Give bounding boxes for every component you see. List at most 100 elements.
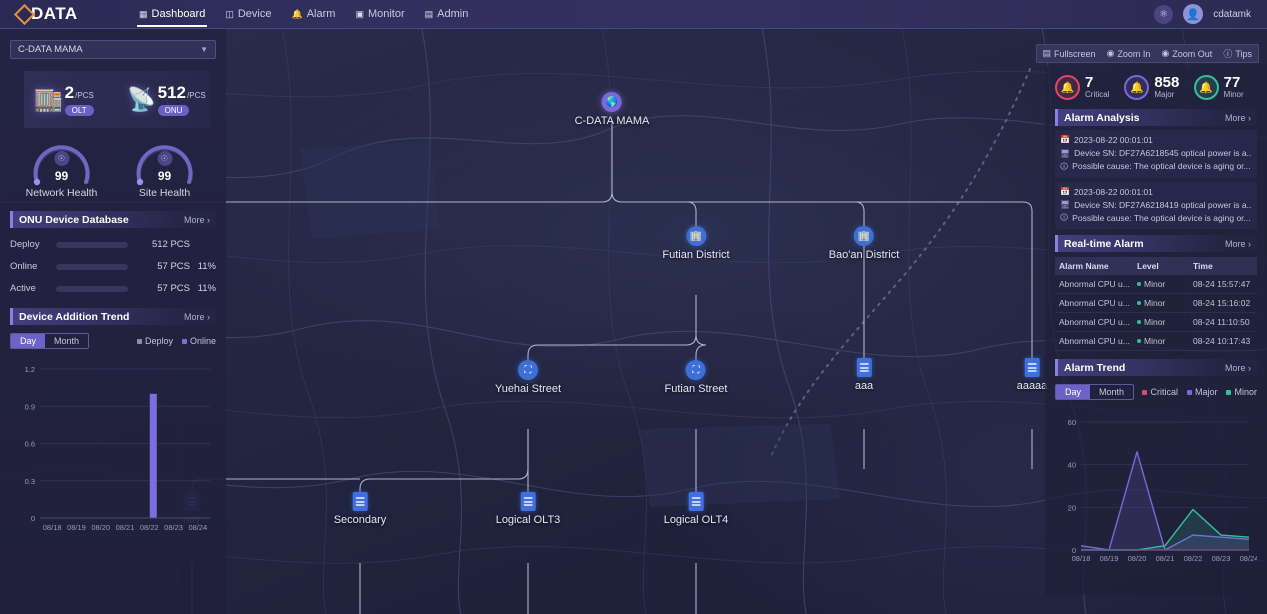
alarm-trend-more-link[interactable]: More ›: [1225, 363, 1251, 373]
topology-node-label: Secondary: [333, 514, 387, 526]
alarm-analysis-more-link[interactable]: More ›: [1225, 113, 1251, 123]
legend-swatch: [1226, 389, 1232, 395]
more-label: More: [183, 311, 205, 322]
realtime-alarm-more-link[interactable]: More ›: [1225, 239, 1251, 249]
status-badge: [1137, 320, 1141, 325]
addition-trend-title-bar: Device Addition Trend More ›: [10, 308, 216, 325]
main-nav: ▦ Dashboard ◫ Device 🔔 Alarm ▣ Monitor ▤…: [137, 0, 470, 29]
avatar[interactable]: 👤: [1183, 4, 1204, 24]
cell-level: Minor: [1133, 294, 1189, 312]
svg-text:1.2: 1.2: [25, 365, 35, 374]
svg-text:20: 20: [1068, 503, 1076, 512]
addition-trend-more-link[interactable]: More ›: [184, 312, 210, 322]
toolbar-label: Fullscreen: [1054, 48, 1096, 59]
realtime-alarm-table: Alarm Name Level Time Abnormal CPU u... …: [1055, 257, 1257, 352]
nav-item-admin[interactable]: ▤ Admin: [423, 0, 471, 29]
zoom-out-button[interactable]: ◉ Zoom Out: [1161, 48, 1212, 59]
gauge-site-health: ☉ 99 Site Health: [113, 138, 216, 199]
grid-icon: ▦: [139, 8, 148, 19]
tab-day[interactable]: Day: [1056, 385, 1091, 400]
alarm-analysis-item[interactable]: 📅 2023-08-22 00:01:01 🖥 Device SN: DF27A…: [1055, 130, 1257, 178]
svg-text:08/23: 08/23: [1212, 554, 1231, 563]
nav-label: Admin: [437, 8, 469, 20]
topology-node-root[interactable]: 🌎 C-DATA MAMA: [575, 92, 649, 127]
topology-node-aaa[interactable]: aaa: [855, 358, 873, 392]
olt-icon: [1024, 358, 1040, 377]
alarm-stat-minor[interactable]: 🔔 77 Minor: [1193, 74, 1257, 100]
alarm-analysis-item[interactable]: 📅 2023-08-22 00:01:01 🖥 Device SN: DF27A…: [1055, 181, 1257, 230]
organization-select[interactable]: C-DATA MAMA ▼: [10, 40, 216, 59]
dashboard-page: 🌎 C-DATA MAMA 🏢 Futian District 🏢 Bao'an…: [0, 0, 1267, 614]
topology-node-baoan-district[interactable]: 🏢 Bao'an District: [829, 226, 899, 261]
db-row-value: 512 PCS: [151, 239, 190, 250]
tab-day[interactable]: Day: [11, 334, 46, 348]
svg-text:08/23: 08/23: [164, 523, 183, 532]
svg-text:60: 60: [1068, 418, 1076, 427]
olt-summary: 🏬 2 /PCS OLT: [24, 83, 117, 116]
table-row[interactable]: Abnormal CPU u... Minor 08-24 11:10:50: [1055, 313, 1257, 333]
table-header-row: Alarm Name Level Time: [1055, 257, 1257, 276]
bell-icon: 🔔: [1124, 74, 1150, 100]
nav-item-alarm[interactable]: 🔔 Alarm: [289, 0, 337, 29]
nav-item-device[interactable]: ◫ Device: [223, 0, 273, 29]
calendar-icon: 📅: [1060, 186, 1070, 196]
table-row[interactable]: Abnormal CPU u... Minor 08-24 15:16:02: [1055, 294, 1257, 314]
svg-text:08/19: 08/19: [1100, 554, 1119, 563]
topology-node-secondary[interactable]: Secondary: [333, 492, 387, 526]
addition-trend-controls: Day Month Deploy Online: [10, 333, 216, 349]
status-badge: [1137, 301, 1141, 306]
gauge-value: 99: [54, 169, 69, 183]
more-label: More: [183, 214, 205, 225]
bell-icon: 🔔: [291, 8, 303, 19]
topology-node-aaaaa[interactable]: aaaaa: [1017, 358, 1047, 392]
cell-time: 08-24 10:17:43: [1193, 336, 1251, 347]
nav-item-dashboard[interactable]: ▦ Dashboard: [137, 0, 208, 29]
alarm-stat-critical[interactable]: 🔔 7 Critical: [1055, 74, 1118, 100]
help-icon[interactable]: ⚛: [1154, 4, 1174, 24]
legend-label: Critical: [1150, 387, 1178, 398]
fullscreen-button[interactable]: ▤ Fullscreen: [1043, 48, 1096, 59]
onu-db-title-bar: ONU Device Database More ›: [10, 211, 216, 228]
topology-node-logical-olt3[interactable]: Logical OLT3: [496, 492, 560, 526]
topology-node-label: Yuehai Street: [494, 383, 562, 395]
svg-text:0: 0: [31, 514, 35, 523]
olt-unit: /PCS: [75, 91, 94, 100]
logo-text: DATA: [31, 4, 78, 23]
svg-text:08/22: 08/22: [140, 523, 159, 532]
zoom-out-icon: ◉: [1161, 48, 1170, 58]
db-row-percent: 11%: [197, 261, 216, 272]
olt-count: 2: [64, 83, 75, 102]
tab-month[interactable]: Month: [45, 334, 88, 348]
onu-db-more-link[interactable]: More ›: [184, 215, 210, 225]
topology-node-logical-olt4[interactable]: Logical OLT4: [664, 492, 728, 526]
topology-node-futian-district[interactable]: 🏢 Futian District: [662, 226, 730, 261]
panel-title-text: ONU Device Database: [19, 213, 129, 226]
top-header: DATA ▦ Dashboard ◫ Device 🔔 Alarm ▣ Moni…: [0, 0, 1267, 29]
olt-icon: [688, 492, 704, 511]
cell-time: 08-24 11:10:50: [1193, 317, 1250, 328]
alarm-cause-row: 🛈 Possible cause: The optical device is …: [1060, 212, 1252, 225]
topology-node-futian-street[interactable]: ⛶ Futian Street: [665, 360, 727, 395]
header-right: ⚛ 👤 cdatamk: [1154, 4, 1251, 24]
tab-month[interactable]: Month: [1090, 385, 1133, 399]
server-icon: ◫: [225, 8, 234, 19]
alarm-cause: Possible cause: The optical device is ag…: [1072, 212, 1251, 223]
topology-node-yuehai-street[interactable]: ⛶ Yuehai Street: [495, 360, 561, 395]
app-logo[interactable]: DATA: [13, 3, 109, 25]
nav-item-monitor[interactable]: ▣ Monitor: [353, 0, 406, 29]
db-row-percent: 11%: [197, 283, 216, 294]
alarm-time-row: 📅 2023-08-22 00:01:01: [1060, 134, 1252, 147]
db-row-active: Active 57 PCS 11%: [10, 283, 216, 294]
alarm-time: 2023-08-22 00:01:01: [1073, 135, 1153, 145]
tips-button[interactable]: ⓘ Tips: [1223, 47, 1252, 60]
table-row[interactable]: Abnormal CPU u... Minor 08-24 10:17:43: [1055, 332, 1257, 352]
table-row[interactable]: Abnormal CPU u... Minor 08-24 15:57:47: [1055, 275, 1257, 295]
alarm-stat-major[interactable]: 🔔 858 Major: [1124, 74, 1187, 100]
svg-text:08/24: 08/24: [1240, 554, 1257, 563]
nav-label: Alarm: [306, 8, 336, 20]
more-label: More: [1224, 238, 1246, 249]
level-label: Minor: [1144, 298, 1166, 309]
legend-swatch: [181, 338, 187, 344]
legend-item-minor: Minor: [1226, 387, 1257, 397]
zoom-in-button[interactable]: ◉ Zoom In: [1107, 48, 1151, 59]
